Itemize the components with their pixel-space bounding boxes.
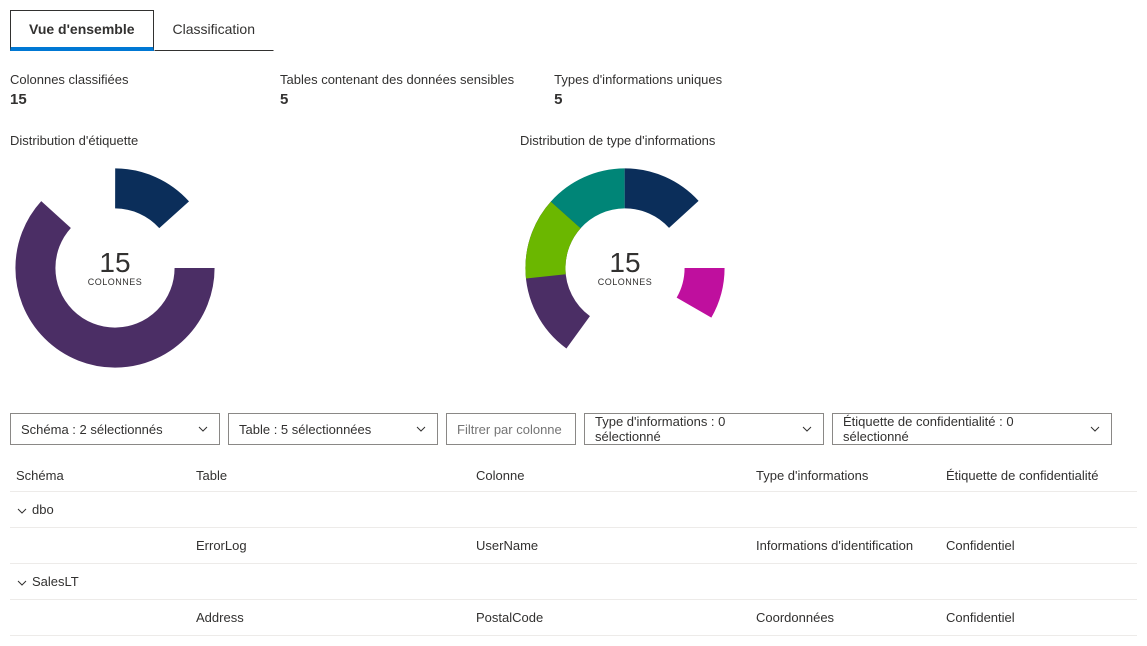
filter-schema-label: Schéma : 2 sélectionnés [21,422,163,437]
stat-tables-sensitive: Tables contenant des données sensibles 5 [280,72,514,108]
cell-table: Address [190,600,470,636]
col-table[interactable]: Table [190,460,470,492]
chart-info-type-distribution: Distribution de type d'informations 15 C… [520,133,730,373]
stat-value: 5 [280,91,514,108]
stat-value: 5 [554,91,784,108]
group-name: SalesLT [32,574,79,589]
stats-row: Colonnes classifiées 15 Tables contenant… [10,72,1137,108]
table-row[interactable]: Address PostalCode Coordonnées Confident… [10,600,1137,636]
donut-chart: 15 COLONNES [10,163,220,373]
tab-bar: Vue d'ensemble Classification [10,10,1137,52]
chevron-down-icon [1089,423,1101,435]
donut-number: 15 [598,249,653,277]
donut-chart: 15 COLONNES [520,163,730,373]
filter-bar: Schéma : 2 sélectionnés Table : 5 sélect… [10,413,1137,445]
cell-table: ErrorLog [190,528,470,564]
cell-info-type: Informations d'identification [750,528,940,564]
table-row[interactable]: ErrorLog UserName Informations d'identif… [10,528,1137,564]
filter-column-input[interactable] [446,413,576,445]
donut-number: 15 [88,249,143,277]
chevron-down-icon [16,577,28,589]
group-row[interactable]: dbo [10,492,1137,528]
stat-label: Tables contenant des données sensibles [280,72,514,87]
tab-overview[interactable]: Vue d'ensemble [10,10,154,51]
stat-label: Types d'informations uniques [554,72,784,87]
filter-schema-dropdown[interactable]: Schéma : 2 sélectionnés [10,413,220,445]
chevron-down-icon [415,423,427,435]
tab-classification[interactable]: Classification [154,10,274,51]
filter-table-dropdown[interactable]: Table : 5 sélectionnées [228,413,438,445]
table-header-row: Schéma Table Colonne Type d'informations… [10,460,1137,492]
donut-center: 15 COLONNES [88,249,143,287]
col-info-type[interactable]: Type d'informations [750,460,940,492]
cell-column: PostalCode [470,600,750,636]
group-name: dbo [32,502,54,517]
group-row[interactable]: SalesLT [10,564,1137,600]
cell-info-type: Coordonnées [750,600,940,636]
chevron-down-icon [197,423,209,435]
filter-sensitivity-dropdown[interactable]: Étiquette de confidentialité : 0 sélecti… [832,413,1112,445]
col-schema[interactable]: Schéma [10,460,190,492]
chart-title: Distribution d'étiquette [10,133,220,148]
cell-sensitivity: Confidentiel [940,600,1137,636]
chevron-down-icon [16,505,28,517]
chevron-down-icon [801,423,813,435]
filter-info-type-label: Type d'informations : 0 sélectionné [595,414,791,444]
col-column[interactable]: Colonne [470,460,750,492]
cell-sensitivity: Confidentiel [940,528,1137,564]
stat-label: Colonnes classifiées [10,72,240,87]
stat-classified-columns: Colonnes classifiées 15 [10,72,240,108]
chart-title: Distribution de type d'informations [520,133,730,148]
stat-unique-info-types: Types d'informations uniques 5 [554,72,784,108]
filter-table-label: Table : 5 sélectionnées [239,422,371,437]
donut-center: 15 COLONNES [598,249,653,287]
col-sensitivity[interactable]: Étiquette de confidentialité [940,460,1137,492]
filter-info-type-dropdown[interactable]: Type d'informations : 0 sélectionné [584,413,824,445]
charts-row: Distribution d'étiquette 15 COLONNES Dis… [10,133,1137,373]
cell-column: UserName [470,528,750,564]
chart-label-distribution: Distribution d'étiquette 15 COLONNES [10,133,220,373]
donut-sub: COLONNES [88,277,143,287]
donut-sub: COLONNES [598,277,653,287]
stat-value: 15 [10,91,240,108]
filter-sensitivity-label: Étiquette de confidentialité : 0 sélecti… [843,414,1079,444]
results-table: Schéma Table Colonne Type d'informations… [10,460,1137,636]
